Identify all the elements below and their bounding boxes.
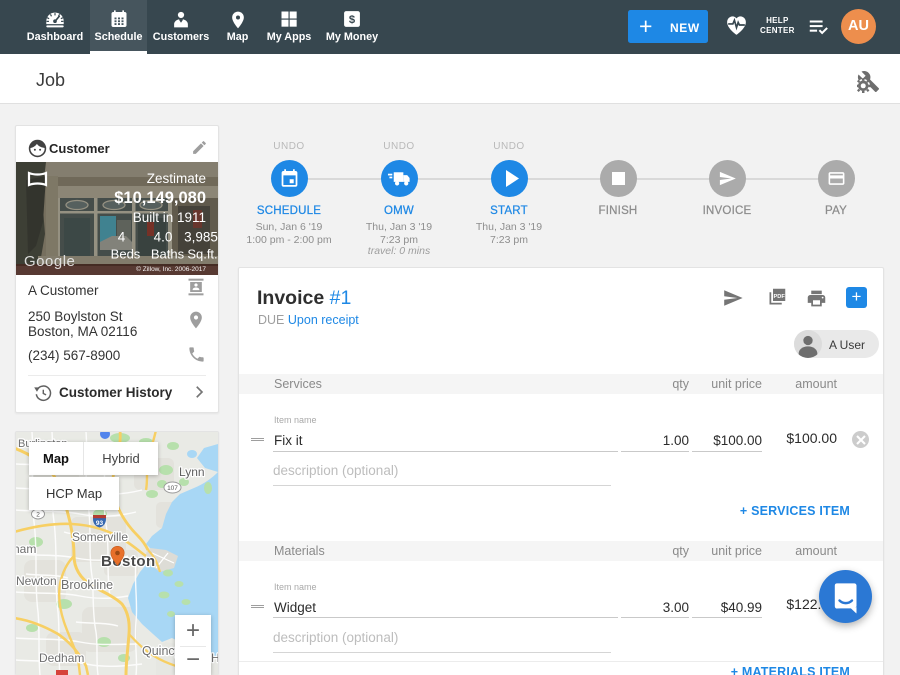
svg-text:Lynn: Lynn <box>179 465 205 479</box>
svg-text:Built in 1911: Built in 1911 <box>133 210 206 225</box>
svg-text:Beds: Beds <box>111 247 141 262</box>
svg-text:$10,149,080: $10,149,080 <box>114 189 206 207</box>
svg-text:2: 2 <box>36 512 40 519</box>
svg-text:Sq.ft.: Sq.ft. <box>187 247 217 262</box>
svg-text:Dedham: Dedham <box>39 651 84 665</box>
svg-text:4: 4 <box>118 230 126 245</box>
svg-text:Newton: Newton <box>16 574 57 588</box>
svg-text:Zestimate: Zestimate <box>147 171 206 186</box>
svg-text:© Zillow, Inc. 2006-2017: © Zillow, Inc. 2006-2017 <box>136 265 206 273</box>
svg-text:Hi: Hi <box>211 651 218 665</box>
svg-text:107: 107 <box>167 485 178 492</box>
svg-text:93: 93 <box>96 520 104 527</box>
svg-text:ham: ham <box>16 542 36 556</box>
svg-text:Brookline: Brookline <box>61 578 113 592</box>
svg-text:4.0: 4.0 <box>154 230 173 245</box>
svg-text:3,985: 3,985 <box>184 230 218 245</box>
svg-text:Somerville: Somerville <box>72 530 128 544</box>
svg-text:Google: Google <box>24 253 75 270</box>
svg-text:Boston: Boston <box>101 553 156 570</box>
svg-text:PDF: PDF <box>773 294 785 300</box>
svg-text:Baths: Baths <box>151 247 185 262</box>
svg-text:$: $ <box>349 14 356 26</box>
